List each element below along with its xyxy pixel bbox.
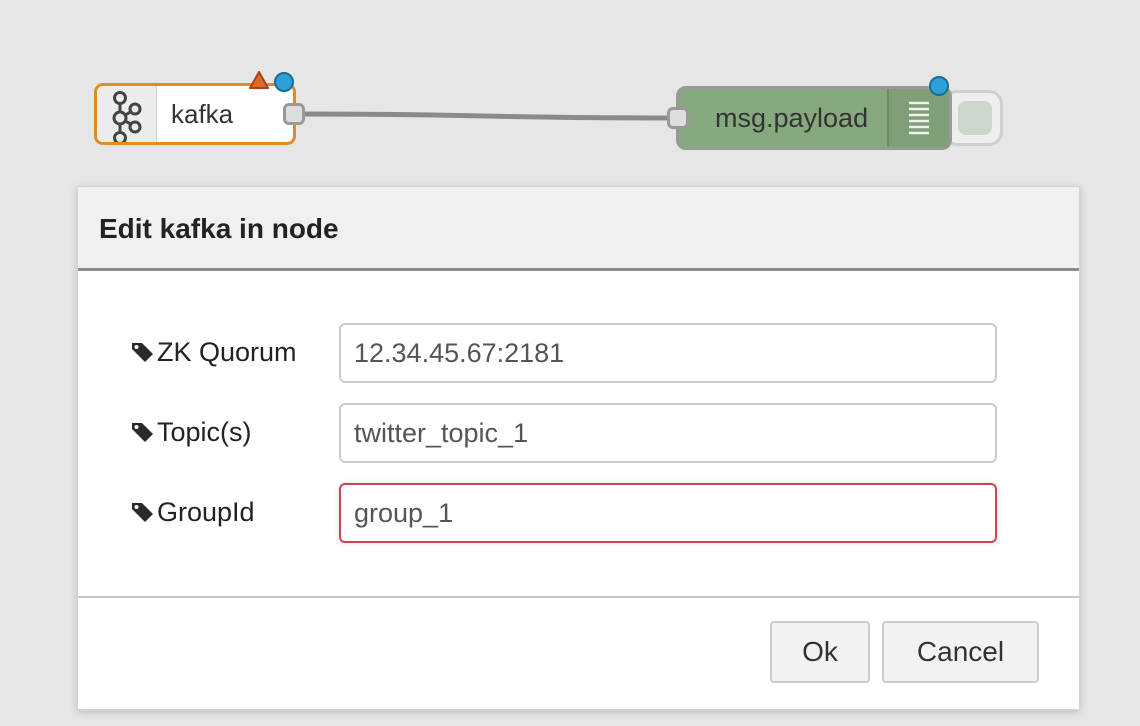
tag-icon bbox=[132, 343, 153, 362]
output-port[interactable] bbox=[283, 103, 305, 125]
kafka-icon bbox=[112, 91, 142, 142]
debug-toggle-inner bbox=[958, 101, 992, 135]
debug-list-icon bbox=[909, 101, 929, 135]
changed-indicator-dot bbox=[929, 76, 949, 96]
changed-indicator-dot bbox=[274, 72, 294, 92]
field-label-text: Topic(s) bbox=[157, 416, 252, 447]
input-port[interactable] bbox=[667, 107, 689, 129]
field-label-text: ZK Quorum bbox=[157, 336, 297, 367]
zk-quorum-input[interactable] bbox=[339, 323, 997, 383]
topics-input[interactable] bbox=[339, 403, 997, 463]
ok-button[interactable]: Ok bbox=[770, 621, 870, 683]
group-id-input[interactable] bbox=[339, 483, 997, 543]
kafka-node-label: kafka bbox=[171, 99, 234, 129]
field-label-text: GroupId bbox=[157, 496, 255, 527]
field-label: Topic(s) bbox=[130, 415, 252, 449]
kafka-node[interactable]: kafka bbox=[94, 83, 296, 145]
edit-node-dialog: Edit kafka in node ZK Quorum Topic(s) bbox=[77, 186, 1080, 710]
debug-toggle-button[interactable] bbox=[943, 90, 1003, 146]
form-row-group-id: GroupId bbox=[78, 483, 1079, 543]
dialog-title: Edit kafka in node bbox=[99, 213, 339, 244]
field-label: GroupId bbox=[130, 495, 255, 529]
dialog-header: Edit kafka in node bbox=[78, 187, 1079, 271]
field-label: ZK Quorum bbox=[130, 335, 297, 369]
kafka-node-icon-area bbox=[97, 86, 157, 142]
debug-node-label: msg.payload bbox=[715, 103, 869, 133]
form-row-zk-quorum: ZK Quorum bbox=[78, 323, 1079, 383]
cancel-button[interactable]: Cancel bbox=[882, 621, 1039, 683]
debug-node[interactable]: msg.payload bbox=[676, 86, 952, 150]
dialog-divider bbox=[78, 596, 1079, 598]
form-row-topics: Topic(s) bbox=[78, 403, 1079, 463]
tag-icon bbox=[132, 503, 153, 522]
warning-triangle-icon bbox=[249, 71, 269, 89]
debug-node-icon-area bbox=[887, 89, 949, 147]
tag-icon bbox=[132, 423, 153, 442]
